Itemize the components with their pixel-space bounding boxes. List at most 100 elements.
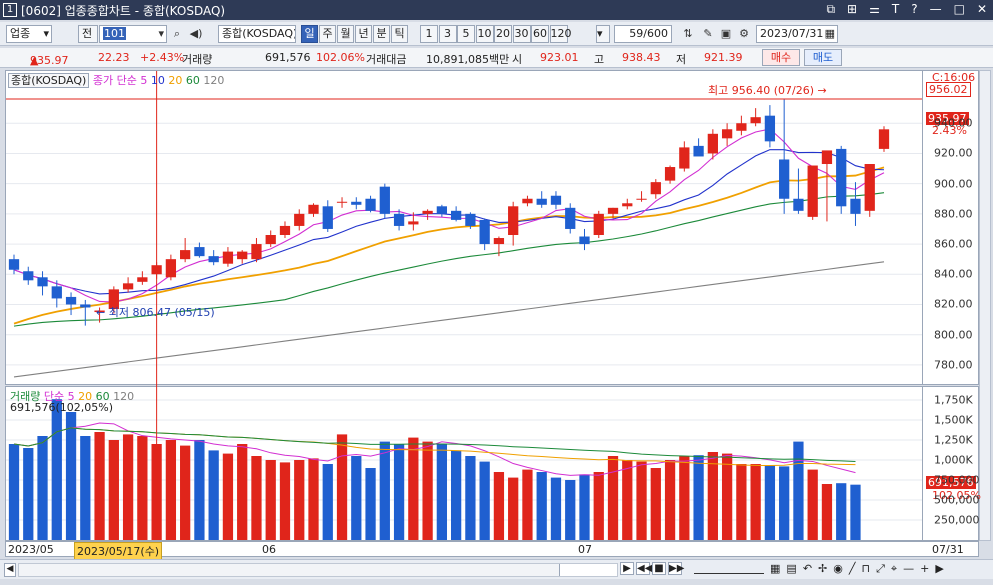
candle-body: [736, 123, 747, 131]
magnet-icon[interactable]: ⊓: [861, 562, 870, 576]
volume-bar: [422, 441, 433, 540]
x-label-end: 07/31: [932, 543, 964, 556]
volume-bar: [222, 453, 234, 540]
candle-body: [393, 213, 405, 226]
volume-bar: [736, 464, 747, 540]
volume-bar: [679, 456, 690, 540]
line-icon[interactable]: ╱: [849, 562, 856, 576]
volume-bar: [137, 436, 148, 540]
candle-body: [23, 271, 34, 281]
zoom-out-icon[interactable]: —: [903, 562, 914, 576]
candle-body: [122, 283, 134, 290]
volume-bar: [51, 399, 62, 540]
price-legend: 종합(KOSDAQ) 종가 단순 5 10 20 60 120: [8, 72, 224, 88]
volume-axis-label: 750,000: [934, 473, 980, 487]
volume-bar: [251, 456, 262, 540]
chart-type-icon[interactable]: ▤: [786, 562, 796, 576]
volume-bar: [650, 468, 661, 540]
volume-bar: [336, 434, 348, 540]
price-legend-label: 종가 단순: [92, 74, 137, 87]
candle-body: [664, 167, 676, 181]
min-annotation: ← 최저 806.47 (05/15): [96, 306, 215, 319]
price-axis-label: 840.00: [934, 267, 973, 281]
candle-body: [422, 210, 433, 214]
ma10-line: [13, 149, 885, 295]
expand-icon[interactable]: ⤢: [876, 562, 885, 576]
price-axis-label: 880.00: [934, 207, 973, 221]
candle-body: [850, 198, 861, 214]
price-legend-name: 종합(KOSDAQ): [8, 73, 90, 88]
cursor-date-tag: 2023/05/17(수): [74, 542, 163, 560]
candle-body: [679, 147, 690, 169]
candle-body: [636, 198, 647, 200]
candle-body: [208, 256, 219, 263]
candle-body: [693, 145, 704, 157]
candle-body: [8, 259, 20, 270]
volume-bar: [165, 440, 177, 540]
candle-body: [707, 133, 718, 154]
vol-ma120-label: 120: [113, 390, 135, 403]
max-annotation: 최고 956.40 (07/26) →: [708, 84, 827, 97]
candle-body: [836, 148, 847, 207]
candle-body: [180, 250, 191, 260]
volume-bar: [80, 436, 91, 540]
volume-bar: [8, 444, 20, 540]
candle-body: [322, 206, 333, 229]
volume-bar: [550, 477, 562, 540]
volume-bar: [579, 474, 590, 540]
volume-bar: [450, 450, 462, 540]
scroll-thumb[interactable]: [559, 564, 617, 576]
rewind-icon[interactable]: ◀◀: [636, 562, 652, 575]
forward-icon[interactable]: ▶▶: [668, 562, 684, 575]
candle-body: [550, 195, 562, 205]
volume-bar: [850, 484, 861, 540]
volume-bar: [122, 434, 134, 540]
undo-icon[interactable]: ↶: [803, 562, 812, 576]
volume-bar: [194, 440, 205, 540]
stop-icon[interactable]: ■: [652, 562, 666, 575]
price-axis-label: 940.00: [934, 116, 973, 130]
volume-bar: [693, 455, 704, 540]
candle-body: [479, 219, 490, 245]
candle-body: [793, 198, 804, 211]
candle-body: [80, 304, 91, 308]
candle-body: [165, 259, 177, 278]
candle-body: [465, 213, 476, 226]
volume-current: 691,576(102,05%): [10, 401, 114, 414]
ma20-label: 20: [168, 74, 183, 87]
eye-icon[interactable]: ◉: [833, 562, 843, 576]
nav-buttons: ▶ ◀◀ ■ ▶▶: [620, 562, 684, 575]
zoom-in-icon[interactable]: +: [920, 562, 929, 576]
candle-body: [51, 286, 62, 299]
zoom-slider[interactable]: [694, 564, 764, 574]
crosshair-icon[interactable]: ✢: [818, 562, 827, 576]
price-axis-label: 900.00: [934, 177, 973, 191]
play-icon[interactable]: ▶: [620, 562, 634, 575]
volume-bar: [208, 450, 219, 540]
candle-body: [408, 221, 419, 225]
volume-bar: [836, 483, 847, 540]
x-label-start: 2023/05: [8, 543, 54, 556]
candle-body: [565, 207, 576, 229]
scroll-left-icon[interactable]: ◀: [4, 563, 16, 577]
candle-body: [194, 247, 205, 257]
ma10-label: 10: [150, 74, 165, 87]
candle-body: [821, 150, 833, 165]
volume-bar: [721, 453, 733, 540]
ma120-label: 120: [203, 74, 225, 87]
volume-bar: [393, 444, 405, 540]
volume-axis-label: 1,250K: [934, 433, 973, 447]
candle-body: [650, 182, 661, 195]
volume-bar: [636, 461, 647, 540]
volume-axis-label: 1,500K: [934, 413, 973, 427]
scroll-right-icon[interactable]: ▶: [935, 562, 943, 576]
horizontal-scrollbar[interactable]: [18, 563, 618, 577]
candle-body: [522, 198, 533, 204]
candle-body: [351, 201, 362, 205]
volume-bar: [265, 460, 276, 540]
volume-bar: [180, 445, 191, 540]
price-axis-label: 820.00: [934, 297, 973, 311]
pin-icon[interactable]: ⌖: [891, 562, 897, 576]
grid-icon[interactable]: ▦: [770, 562, 780, 576]
candle-body: [508, 206, 519, 235]
